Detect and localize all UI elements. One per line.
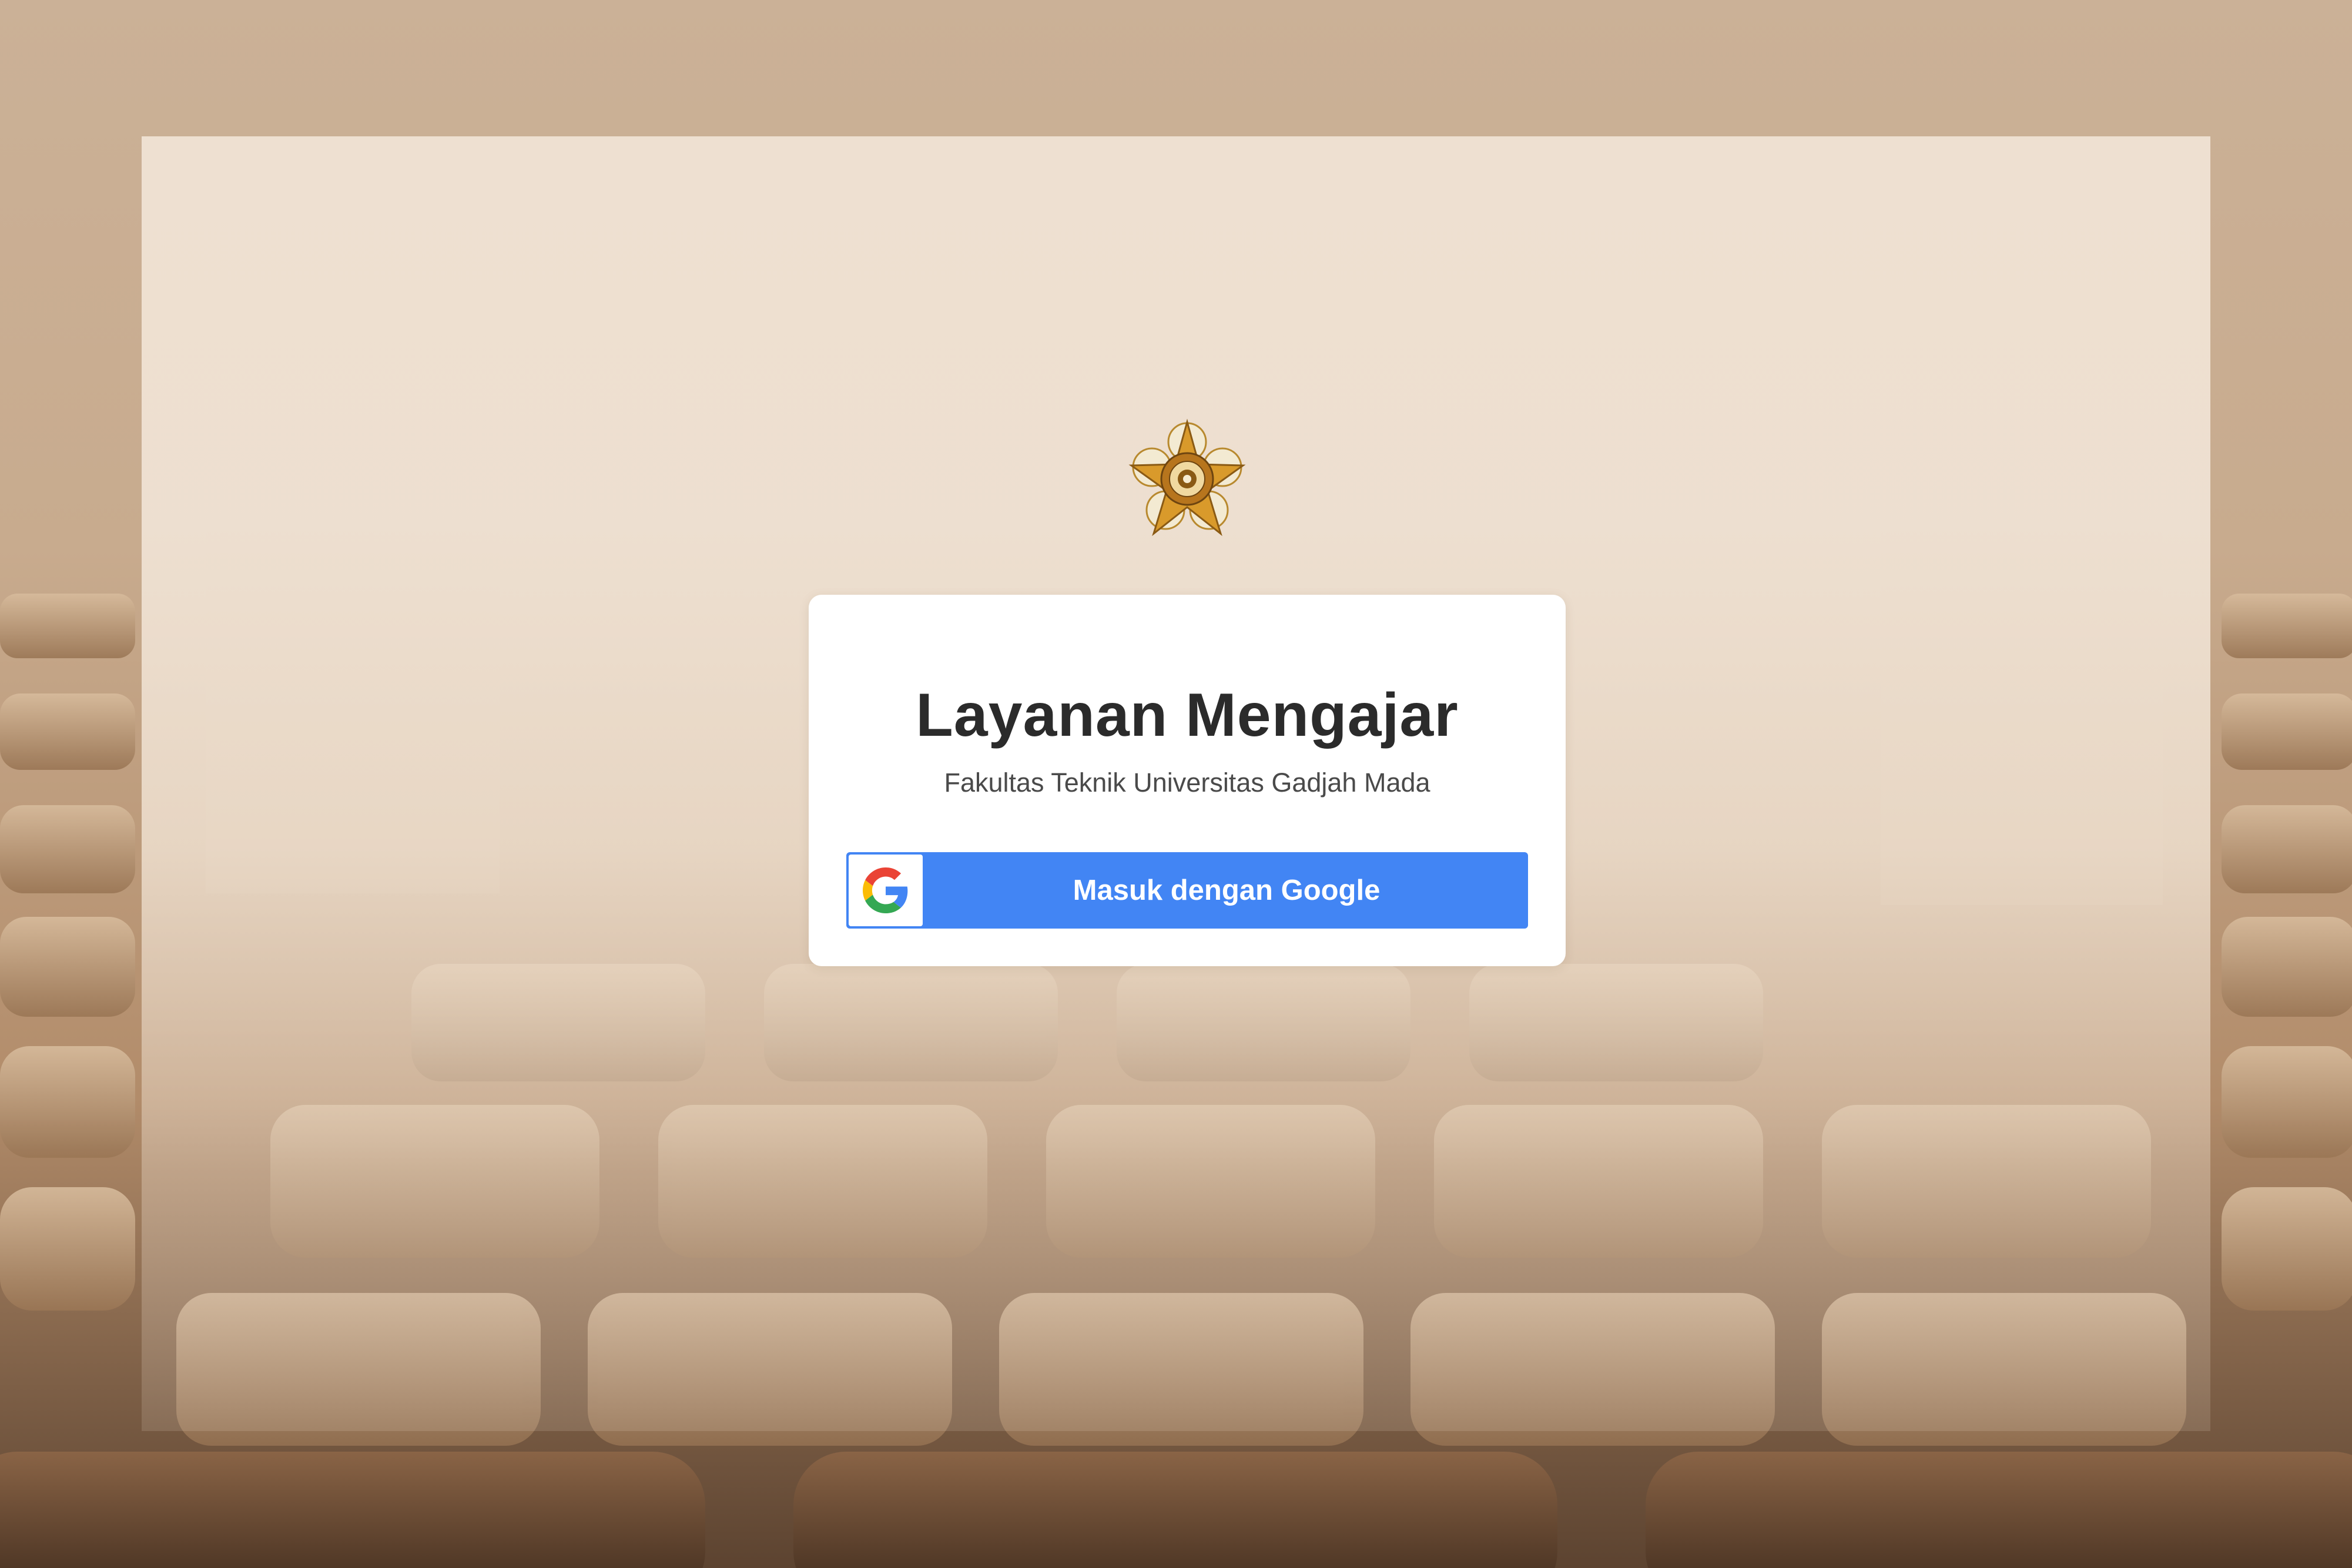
page-subtitle: Fakultas Teknik Universitas Gadjah Mada [944, 768, 1430, 798]
login-card: Layanan Mengajar Fakultas Teknik Univers… [809, 595, 1566, 966]
page-title: Layanan Mengajar [916, 681, 1459, 749]
google-g-icon [863, 867, 908, 913]
ugm-emblem-icon [1120, 411, 1255, 547]
google-icon-container [849, 855, 923, 926]
google-sign-in-label: Masuk dengan Google [1073, 875, 1381, 906]
google-sign-in-button[interactable]: Masuk dengan Google [846, 852, 1528, 929]
